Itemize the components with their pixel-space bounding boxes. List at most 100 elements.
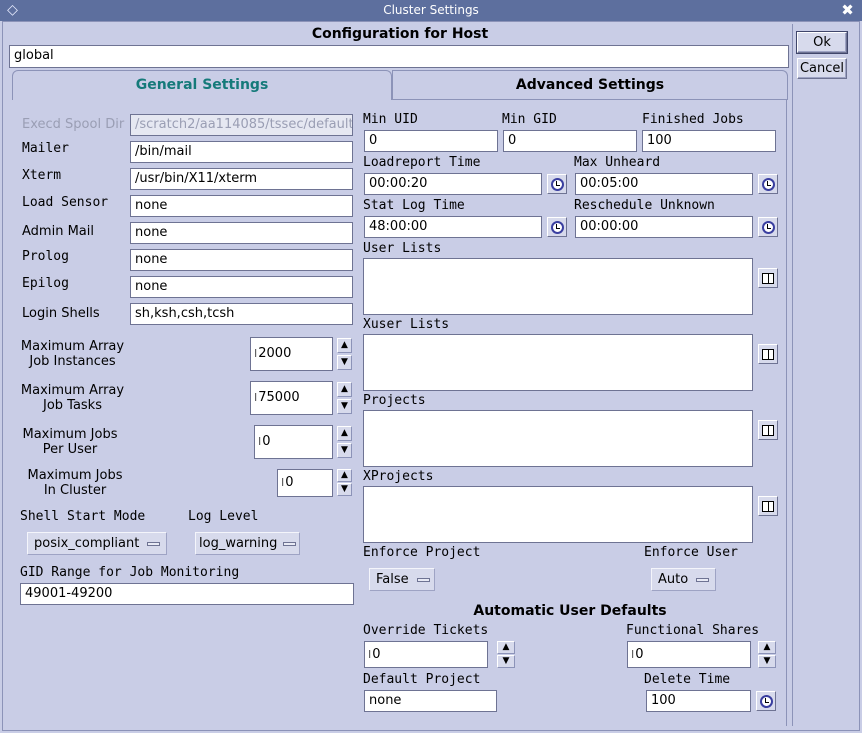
tab-underline: [391, 99, 788, 100]
max-array-instances-down[interactable]: ▼: [337, 355, 352, 370]
max-unheard-label: Max Unheard: [574, 155, 661, 170]
load-sensor-label: Load Sensor: [22, 195, 109, 210]
user-lists-label: User Lists: [363, 241, 442, 256]
mailer-field[interactable]: /bin/mail: [130, 141, 353, 163]
max-array-instances-label-line1: Maximum Array: [20, 339, 125, 354]
list-edit-icon: [762, 501, 774, 512]
list-edit-icon: [762, 349, 774, 360]
user-lists-area[interactable]: [363, 258, 753, 315]
stat-log-time-clock-button[interactable]: [547, 217, 567, 237]
close-icon[interactable]: ✖: [839, 2, 856, 19]
xterm-field[interactable]: /usr/bin/X11/xterm: [130, 168, 353, 190]
functional-shares-label: Functional Shares: [626, 623, 760, 638]
delete-time-field[interactable]: 100: [646, 690, 751, 712]
reschedule-unknown-field[interactable]: 00:00:00: [575, 216, 753, 238]
override-tickets-label: Override Tickets: [363, 623, 489, 638]
log-level-select[interactable]: log_warning: [195, 532, 300, 555]
max-jobs-user-field[interactable]: 0: [254, 425, 333, 459]
list-edit-icon: [762, 273, 774, 284]
max-jobs-cluster-label-line1: Maximum Jobs: [27, 468, 123, 483]
host-field[interactable]: global: [9, 45, 789, 68]
functional-shares-up[interactable]: ▲: [758, 641, 776, 654]
max-jobs-cluster-label: Maximum Jobs In Cluster: [20, 468, 130, 498]
projects-edit-button[interactable]: [758, 420, 778, 440]
max-unheard-field[interactable]: 00:05:00: [575, 173, 753, 195]
max-array-instances-label: Maximum Array Job Instances: [20, 339, 125, 369]
override-tickets-down[interactable]: ▼: [497, 655, 515, 668]
max-jobs-user-label: Maximum Jobs Per User: [20, 427, 120, 457]
tab-general-settings[interactable]: General Settings: [12, 70, 392, 100]
log-level-label: Log Level: [188, 509, 259, 524]
shell-start-mode-select[interactable]: posix_compliant: [27, 532, 167, 555]
cancel-button[interactable]: Cancel: [797, 58, 847, 79]
ok-button[interactable]: Ok: [796, 31, 848, 54]
max-jobs-cluster-up[interactable]: ▲: [337, 469, 352, 482]
delete-time-clock-button[interactable]: [756, 691, 776, 711]
xprojects-area[interactable]: [363, 486, 753, 543]
clock-icon: [762, 221, 775, 234]
login-shells-label: Login Shells: [22, 306, 100, 321]
xprojects-label: XProjects: [363, 469, 434, 484]
prolog-field[interactable]: none: [130, 249, 353, 271]
clock-icon: [762, 178, 775, 191]
loadreport-time-label: Loadreport Time: [363, 155, 481, 170]
max-array-tasks-label-line2: Job Tasks: [42, 398, 102, 413]
xprojects-edit-button[interactable]: [758, 496, 778, 516]
xuser-lists-area[interactable]: [363, 334, 753, 391]
gid-range-field[interactable]: 49001-49200: [20, 583, 354, 605]
log-level-value: log_warning: [199, 536, 278, 551]
max-jobs-cluster-label-line2: In Cluster: [43, 483, 107, 498]
shell-start-mode-value: posix_compliant: [34, 536, 140, 551]
delete-time-label: Delete Time: [644, 672, 731, 687]
execd-spool-dir-label: Execd Spool Dir: [22, 117, 125, 132]
loadreport-time-field[interactable]: 00:00:20: [364, 173, 542, 195]
max-array-instances-field[interactable]: 2000: [250, 337, 333, 371]
loadreport-time-clock-button[interactable]: [547, 174, 567, 194]
min-gid-field[interactable]: 0: [503, 130, 637, 152]
min-uid-field[interactable]: 0: [364, 130, 498, 152]
max-jobs-user-down[interactable]: ▼: [337, 443, 352, 458]
gid-range-label: GID Range for Job Monitoring: [20, 565, 240, 580]
finished-jobs-field[interactable]: 100: [642, 130, 776, 152]
option-menu-indicator-icon: [696, 577, 710, 582]
max-jobs-cluster-down[interactable]: ▼: [337, 483, 352, 496]
admin-mail-field[interactable]: none: [130, 222, 353, 244]
epilog-label: Epilog: [22, 276, 69, 291]
enforce-user-label: Enforce User: [644, 545, 738, 560]
override-tickets-field[interactable]: 0: [364, 641, 488, 668]
xuser-lists-label: Xuser Lists: [363, 317, 450, 332]
user-lists-edit-button[interactable]: [758, 268, 778, 288]
functional-shares-down[interactable]: ▼: [758, 655, 776, 668]
enforce-project-select[interactable]: False: [369, 568, 435, 591]
tab-panel-border: [786, 99, 787, 726]
user-defaults-heading: Automatic User Defaults: [473, 603, 667, 619]
xuser-lists-edit-button[interactable]: [758, 344, 778, 364]
max-array-tasks-up[interactable]: ▲: [337, 382, 352, 397]
min-uid-label: Min UID: [363, 112, 418, 127]
max-jobs-user-up[interactable]: ▲: [337, 426, 352, 441]
max-array-tasks-field[interactable]: 75000: [250, 381, 333, 415]
max-array-instances-up[interactable]: ▲: [337, 338, 352, 353]
enforce-user-select[interactable]: Auto: [651, 568, 716, 591]
stat-log-time-field[interactable]: 48:00:00: [364, 216, 542, 238]
load-sensor-field[interactable]: none: [130, 195, 353, 217]
window-title: Cluster Settings: [383, 3, 479, 17]
title-bar: ◇ Cluster Settings ✖: [0, 0, 862, 21]
epilog-field[interactable]: none: [130, 276, 353, 298]
max-array-instances-label-line2: Job Instances: [29, 354, 116, 369]
tab-advanced-settings[interactable]: Advanced Settings: [392, 70, 788, 100]
projects-area[interactable]: [363, 410, 753, 467]
mailer-label: Mailer: [22, 141, 69, 156]
default-project-field[interactable]: none: [364, 690, 497, 712]
button-divider: [792, 24, 793, 726]
login-shells-field[interactable]: sh,ksh,csh,tcsh: [130, 303, 353, 325]
functional-shares-field[interactable]: 0: [627, 641, 751, 668]
override-tickets-up[interactable]: ▲: [497, 641, 515, 654]
reschedule-unknown-label: Reschedule Unknown: [574, 198, 715, 213]
enforce-user-value: Auto: [658, 572, 689, 587]
max-jobs-cluster-field[interactable]: 0: [277, 469, 333, 497]
max-array-tasks-down[interactable]: ▼: [337, 399, 352, 414]
admin-mail-label: Admin Mail: [22, 224, 94, 239]
max-unheard-clock-button[interactable]: [758, 174, 778, 194]
reschedule-unknown-clock-button[interactable]: [758, 217, 778, 237]
